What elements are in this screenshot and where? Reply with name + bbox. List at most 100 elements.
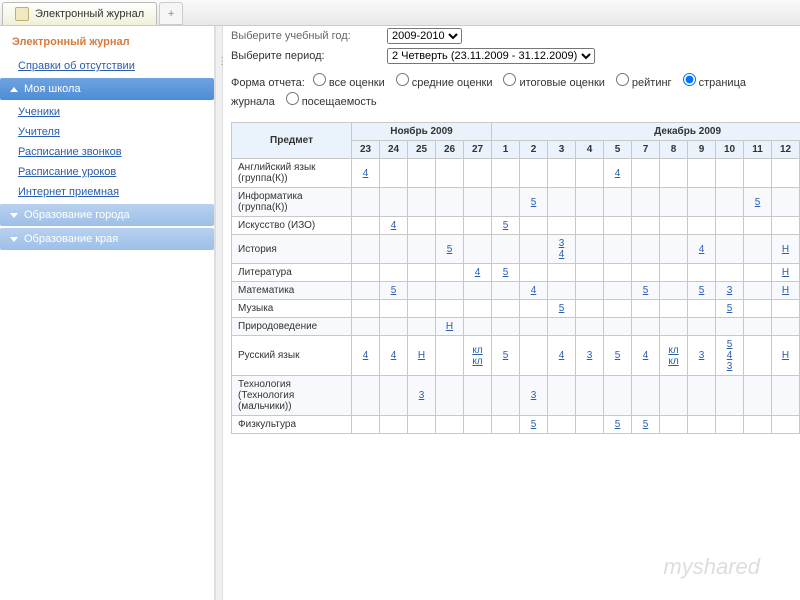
sidebar-item[interactable]: Учителя xyxy=(0,122,214,142)
grade-link[interactable]: 4 xyxy=(384,220,403,231)
grade-link[interactable]: Н xyxy=(776,350,795,361)
grade-link[interactable]: 4 xyxy=(720,350,739,361)
grade-link[interactable]: 3 xyxy=(720,285,739,296)
report-option[interactable]: рейтинг xyxy=(611,77,672,89)
grade-link[interactable]: Н xyxy=(412,350,431,361)
report-radio[interactable] xyxy=(396,73,409,86)
grade-link[interactable]: 4 xyxy=(384,350,403,361)
grade-link[interactable]: 5 xyxy=(524,419,543,430)
grade-link[interactable]: 5 xyxy=(496,350,515,361)
report-radio[interactable] xyxy=(503,73,516,86)
sidebar-link[interactable]: Справки об отсутствии xyxy=(0,56,214,76)
grade-cell: 5 xyxy=(716,300,744,318)
grade-cell xyxy=(352,282,380,300)
grade-cell xyxy=(576,300,604,318)
grade-cell xyxy=(408,318,436,336)
grade-link[interactable]: Н xyxy=(440,321,459,332)
grade-cell xyxy=(352,264,380,282)
report-radio[interactable] xyxy=(286,92,299,105)
grade-link[interactable]: 3 xyxy=(692,350,711,361)
grade-cell xyxy=(492,188,520,217)
report-radio[interactable] xyxy=(683,73,696,86)
report-option[interactable]: итоговые оценки xyxy=(498,77,604,89)
grade-link[interactable]: Н xyxy=(776,285,795,296)
report-radio[interactable] xyxy=(616,73,629,86)
grade-cell xyxy=(408,264,436,282)
grade-link[interactable]: кл xyxy=(468,356,487,367)
grade-link[interactable]: 5 xyxy=(636,419,655,430)
grade-link[interactable]: 4 xyxy=(468,267,487,278)
sidebar-item[interactable]: Расписание уроков xyxy=(0,162,214,182)
grade-cell xyxy=(352,300,380,318)
period-select[interactable]: 2 Четверть (23.11.2009 - 31.12.2009) xyxy=(387,48,595,64)
sidebar-item[interactable]: Интернет приемная xyxy=(0,182,214,202)
grade-link[interactable]: 3 xyxy=(412,390,431,401)
year-select[interactable]: 2009-2010 xyxy=(387,28,462,44)
grade-link[interactable]: 3 xyxy=(552,238,571,249)
chevron-up-icon xyxy=(10,87,18,92)
grade-cell: 34 xyxy=(548,235,576,264)
report-option[interactable]: все оценки xyxy=(308,77,385,89)
grade-link[interactable]: Н xyxy=(776,244,795,255)
report-radio[interactable] xyxy=(313,73,326,86)
grade-link[interactable]: 5 xyxy=(496,220,515,231)
subject-cell: Английский язык (группа(К)) xyxy=(232,159,352,188)
grade-cell xyxy=(604,376,632,416)
report-option[interactable]: посещаемость xyxy=(281,96,377,108)
new-tab-button[interactable]: + xyxy=(159,2,183,25)
grade-link[interactable]: 4 xyxy=(608,168,627,179)
grade-link[interactable]: кл xyxy=(664,356,683,367)
grade-link[interactable]: 4 xyxy=(356,168,375,179)
grade-link[interactable]: 5 xyxy=(748,197,767,208)
grade-cell xyxy=(576,416,604,434)
active-tab[interactable]: Электронный журнал xyxy=(2,2,157,25)
grade-link[interactable]: кл xyxy=(664,345,683,356)
chevron-down-icon xyxy=(10,237,18,242)
grade-cell xyxy=(492,318,520,336)
sidebar-group-city[interactable]: Образование города xyxy=(0,204,214,226)
grade-link[interactable]: 5 xyxy=(552,303,571,314)
grade-link[interactable]: кл xyxy=(468,345,487,356)
sidebar-item[interactable]: Ученики xyxy=(0,102,214,122)
grade-cell: 5 xyxy=(548,300,576,318)
grade-cell xyxy=(436,188,464,217)
grade-cell xyxy=(492,300,520,318)
tab-bar: Электронный журнал + xyxy=(0,0,800,26)
grade-link[interactable]: 5 xyxy=(524,197,543,208)
grade-link[interactable]: 3 xyxy=(580,350,599,361)
subject-cell: Информатика (группа(К)) xyxy=(232,188,352,217)
grade-link[interactable]: 4 xyxy=(692,244,711,255)
grade-link[interactable]: 4 xyxy=(552,350,571,361)
sidebar-group-region[interactable]: Образование края xyxy=(0,228,214,250)
grade-link[interactable]: 3 xyxy=(720,361,739,372)
grade-link[interactable]: Н xyxy=(776,267,795,278)
grade-cell xyxy=(408,217,436,235)
grade-link[interactable]: 5 xyxy=(720,339,739,350)
grade-cell xyxy=(660,217,688,235)
month-header: Декабрь 2009 xyxy=(492,123,800,141)
sidebar-item[interactable]: Расписание звонков xyxy=(0,142,214,162)
grade-link[interactable]: 5 xyxy=(608,350,627,361)
grade-cell xyxy=(576,188,604,217)
grade-link[interactable]: 5 xyxy=(440,244,459,255)
grade-link[interactable]: 5 xyxy=(384,285,403,296)
grade-link[interactable]: 4 xyxy=(636,350,655,361)
grade-link[interactable]: 4 xyxy=(524,285,543,296)
grade-cell xyxy=(576,376,604,416)
report-option[interactable]: средние оценки xyxy=(391,77,493,89)
grade-cell: 5 xyxy=(744,188,772,217)
grade-link[interactable]: 4 xyxy=(356,350,375,361)
grade-link[interactable]: 5 xyxy=(636,285,655,296)
grade-link[interactable]: 3 xyxy=(524,390,543,401)
group-label: Образование края xyxy=(24,233,118,245)
sidebar-group-myschool[interactable]: Моя школа xyxy=(0,78,214,100)
grade-link[interactable]: 5 xyxy=(720,303,739,314)
grade-link[interactable]: 5 xyxy=(692,285,711,296)
day-header: 11 xyxy=(744,141,772,159)
grade-link[interactable]: 5 xyxy=(608,419,627,430)
grade-link[interactable]: 4 xyxy=(552,249,571,260)
grade-cell: 5 xyxy=(604,336,632,376)
splitter-handle[interactable] xyxy=(215,26,223,600)
grade-cell xyxy=(688,300,716,318)
grade-link[interactable]: 5 xyxy=(496,267,515,278)
